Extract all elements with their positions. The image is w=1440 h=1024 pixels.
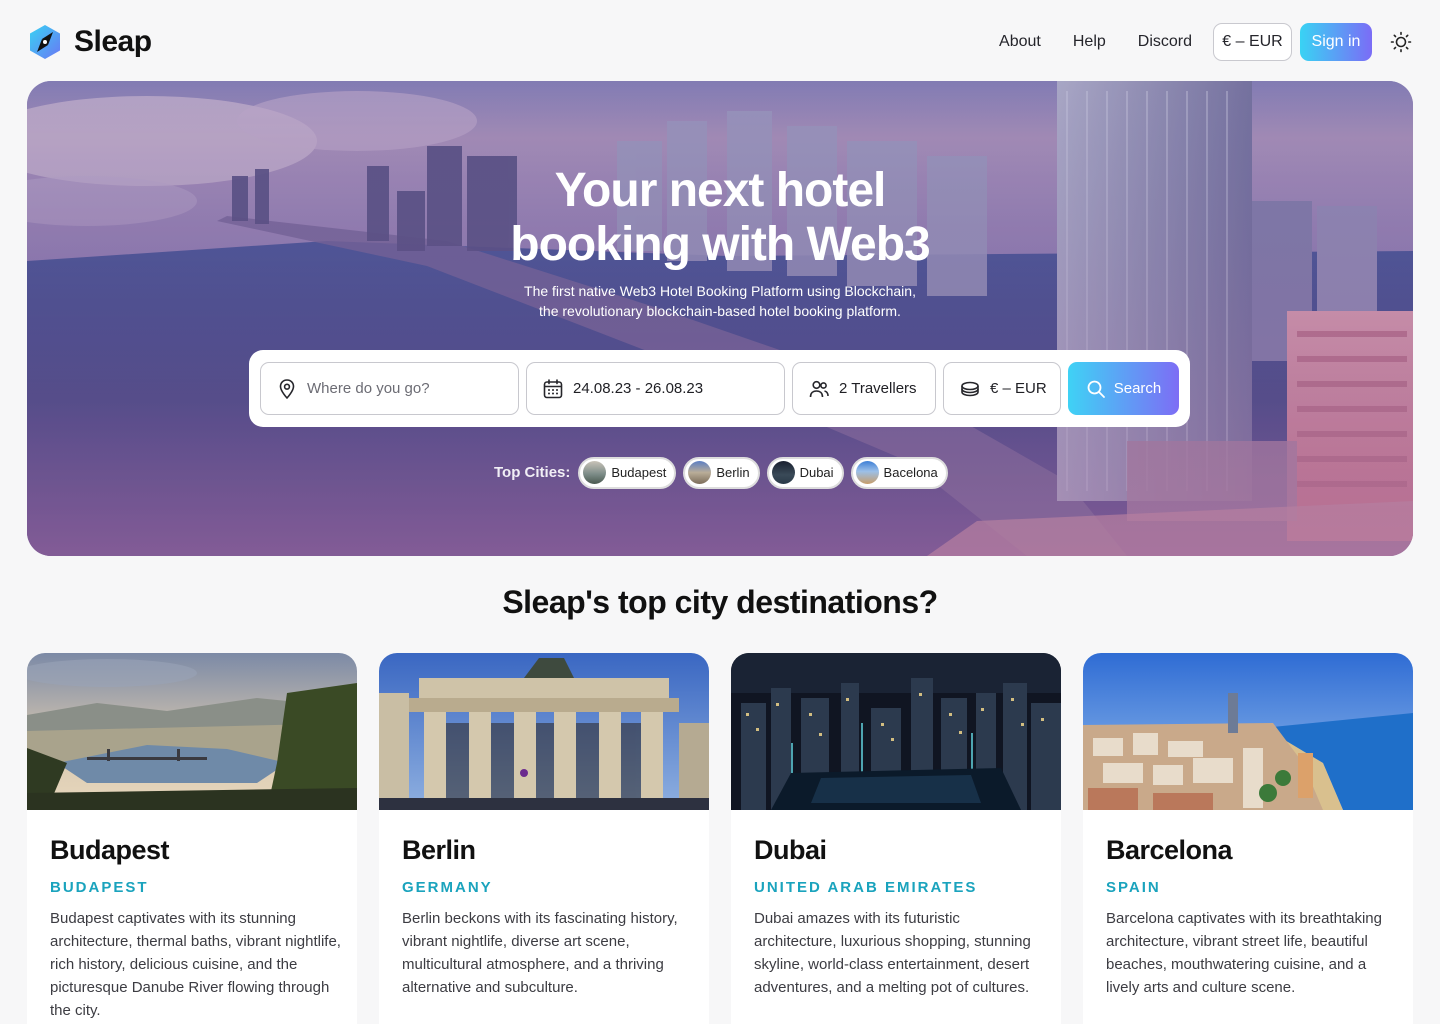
berlin-image xyxy=(379,653,709,810)
sleap-logo-icon xyxy=(30,25,60,59)
city-chip-label: Bacelona xyxy=(883,465,938,480)
city-chip-budapest[interactable]: Budapest xyxy=(578,456,677,489)
card-city-name: Budapest xyxy=(50,835,170,865)
berlin-thumbnail xyxy=(688,461,712,484)
hero-title-line-2: booking with Web3 xyxy=(510,218,930,271)
card-description: Dubai amazes with its futuristic archite… xyxy=(754,910,1031,996)
travellers-selector[interactable]: 2 Travellers xyxy=(792,362,936,415)
date-range-value: 24.08.23 - 26.08.23 xyxy=(573,380,704,397)
travellers-value: 2 Travellers xyxy=(839,380,917,397)
search-button[interactable]: Search xyxy=(1068,362,1179,415)
card-country: GERMANY xyxy=(402,879,493,896)
main-nav: About Help Discord € – EUR Sign in xyxy=(999,23,1412,61)
currency-selector-button[interactable]: € – EUR xyxy=(1213,23,1292,61)
destination-card-berlin[interactable]: Berlin GERMANY Berlin beckons with its f… xyxy=(379,653,709,1024)
search-icon xyxy=(1087,380,1105,398)
hero-subtitle: The first native Web3 Hotel Booking Plat… xyxy=(27,281,1413,321)
search-button-label: Search xyxy=(1113,380,1162,397)
currency-select[interactable]: € – EUR xyxy=(943,362,1061,415)
hero-title: Your next hotel booking with Web3 xyxy=(27,164,1413,272)
hero-subtitle-line-2: the revolutionary blockchain-based hotel… xyxy=(539,303,901,319)
card-country: SPAIN xyxy=(1106,879,1161,896)
coins-icon xyxy=(961,381,979,396)
card-city-name: Berlin xyxy=(402,835,476,865)
brand-logo[interactable]: Sleap xyxy=(28,24,152,60)
currency-value: € – EUR xyxy=(990,380,1047,397)
card-description: Barcelona captivates with its breathtaki… xyxy=(1106,910,1382,996)
budapest-thumbnail xyxy=(583,461,607,484)
destinations-heading: Sleap's top city destinations? xyxy=(502,584,938,620)
top-header: Sleap About Help Discord € – EUR Sign in xyxy=(0,0,1440,82)
barcelona-image xyxy=(1083,653,1413,810)
dubai-image xyxy=(731,653,1061,810)
nav-help-link[interactable]: Help xyxy=(1073,33,1106,51)
users-icon xyxy=(809,380,829,397)
city-chip-label: Berlin xyxy=(716,465,750,480)
dubai-thumbnail xyxy=(771,461,795,484)
card-country: UNITED ARAB EMIRATES xyxy=(754,879,978,896)
brand-name: Sleap xyxy=(74,25,152,58)
destination-input[interactable]: Where do you go? xyxy=(260,362,519,415)
city-chip-dubai[interactable]: Dubai xyxy=(766,456,844,489)
nav-discord-link[interactable]: Discord xyxy=(1138,33,1192,51)
destination-card-budapest[interactable]: Budapest BUDAPEST Budapest captivates wi… xyxy=(27,653,357,1024)
city-chip-berlin[interactable]: Berlin xyxy=(683,456,760,489)
card-description: Berlin beckons with its fascinating hist… xyxy=(402,910,678,996)
destination-card-dubai[interactable]: Dubai UNITED ARAB EMIRATES Dubai amazes … xyxy=(731,653,1061,1024)
city-chip-label: Budapest xyxy=(611,465,667,480)
city-chip-barcelona[interactable]: Bacelona xyxy=(850,456,948,489)
city-chip-label: Dubai xyxy=(799,465,834,480)
destination-placeholder: Where do you go? xyxy=(307,380,430,397)
calendar-icon xyxy=(543,378,563,398)
barcelona-thumbnail xyxy=(855,461,879,484)
destination-card-barcelona[interactable]: Barcelona SPAIN Barcelona captivates wit… xyxy=(1083,653,1413,1024)
hero-subtitle-line-1: The first native Web3 Hotel Booking Plat… xyxy=(524,283,916,299)
top-cities-row: Top Cities: Budapest Berlin Dubai Bacelo… xyxy=(494,456,955,489)
hero-title-line-1: Your next hotel xyxy=(554,164,887,217)
date-range-picker[interactable]: 24.08.23 - 26.08.23 xyxy=(526,362,785,415)
budapest-image xyxy=(27,653,357,810)
card-city-name: Dubai xyxy=(754,835,827,865)
sign-in-button[interactable]: Sign in xyxy=(1300,23,1372,61)
card-country: BUDAPEST xyxy=(50,879,149,896)
top-cities-label: Top Cities: xyxy=(494,464,571,481)
nav-about-link[interactable]: About xyxy=(999,33,1041,51)
search-bar: Where do you go? 24.08.23 - 26.08.23 2 T… xyxy=(249,350,1190,427)
location-pin-icon xyxy=(279,378,295,399)
card-description: Budapest captivates with its stunning ar… xyxy=(50,910,341,1019)
card-city-name: Barcelona xyxy=(1106,835,1233,865)
sun-icon[interactable] xyxy=(1390,31,1412,53)
